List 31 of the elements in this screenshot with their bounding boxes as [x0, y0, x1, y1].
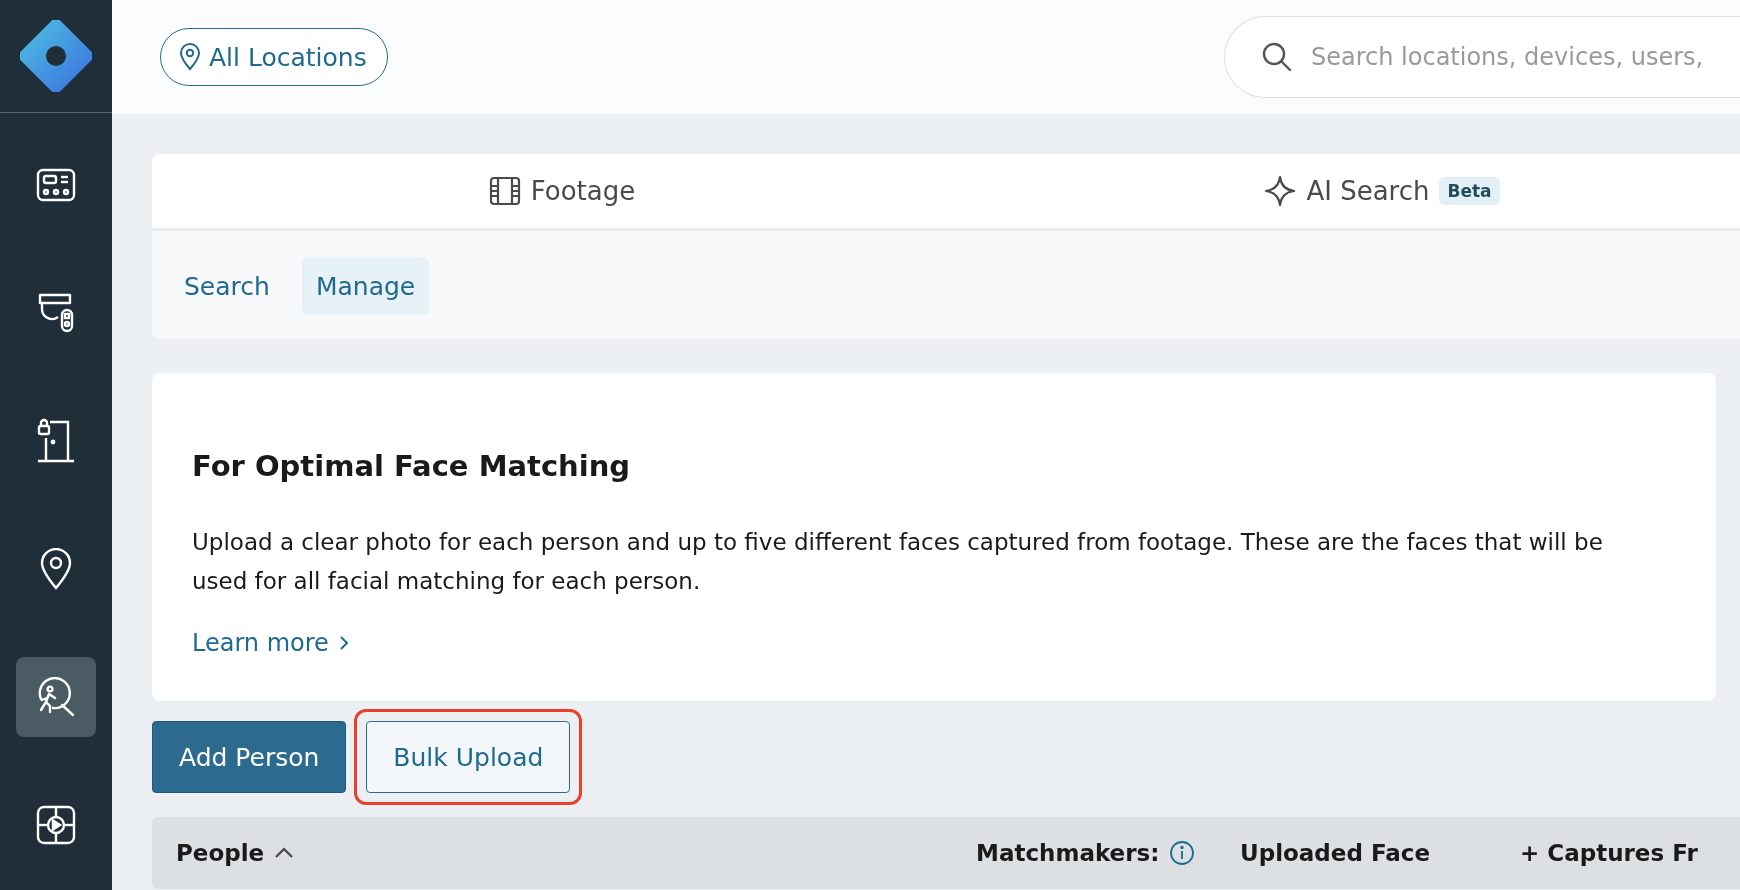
sub-tab[interactable]: Manage — [301, 257, 430, 315]
column-header[interactable]: People — [176, 840, 265, 866]
locked-door-icon — [36, 418, 76, 464]
card-title: For Optimal Face Matching — [192, 449, 632, 483]
column-header[interactable]: + Captures Fr — [1520, 840, 1698, 866]
control-panel-icon — [36, 168, 76, 202]
film-icon — [488, 176, 521, 206]
tab[interactable]: Footage — [152, 154, 972, 228]
column-header[interactable]: Matchmakers: — [976, 840, 1160, 866]
tab[interactable]: AI Search Beta — [972, 154, 1740, 228]
add-button[interactable]: Add Person — [152, 721, 347, 793]
camera-icon — [36, 292, 76, 334]
search-input[interactable]: Search locations, devices, users, — [1309, 42, 1740, 72]
location-button[interactable]: All Locations — [160, 28, 388, 86]
location-pin-icon — [179, 43, 201, 71]
sort-up-icon[interactable] — [274, 847, 295, 859]
sub-tab[interactable]: Search — [170, 257, 284, 315]
info-icon[interactable] — [1169, 840, 1196, 866]
sparkle-icon — [1264, 175, 1297, 207]
sidebar-item[interactable] — [16, 657, 96, 737]
video-grid-icon — [36, 805, 76, 845]
chevron-right-icon — [338, 635, 349, 651]
beta-badge: Beta — [1439, 177, 1500, 205]
learn-more-link[interactable]: Learn more — [192, 629, 349, 657]
card-text: Upload a clear photo for each person and up to five different faces captured from footage. These are the faces that will be used for all facial matching for each person. — [192, 528, 1604, 596]
location-pin-icon — [39, 548, 73, 590]
upload-button[interactable]: Bulk Upload — [366, 721, 571, 793]
column-header[interactable]: Uploaded Face — [1240, 840, 1430, 866]
search-icon — [1261, 41, 1293, 73]
search-field[interactable]: Search locations, devices, users, — [1224, 16, 1740, 98]
logo-icon — [20, 20, 92, 92]
